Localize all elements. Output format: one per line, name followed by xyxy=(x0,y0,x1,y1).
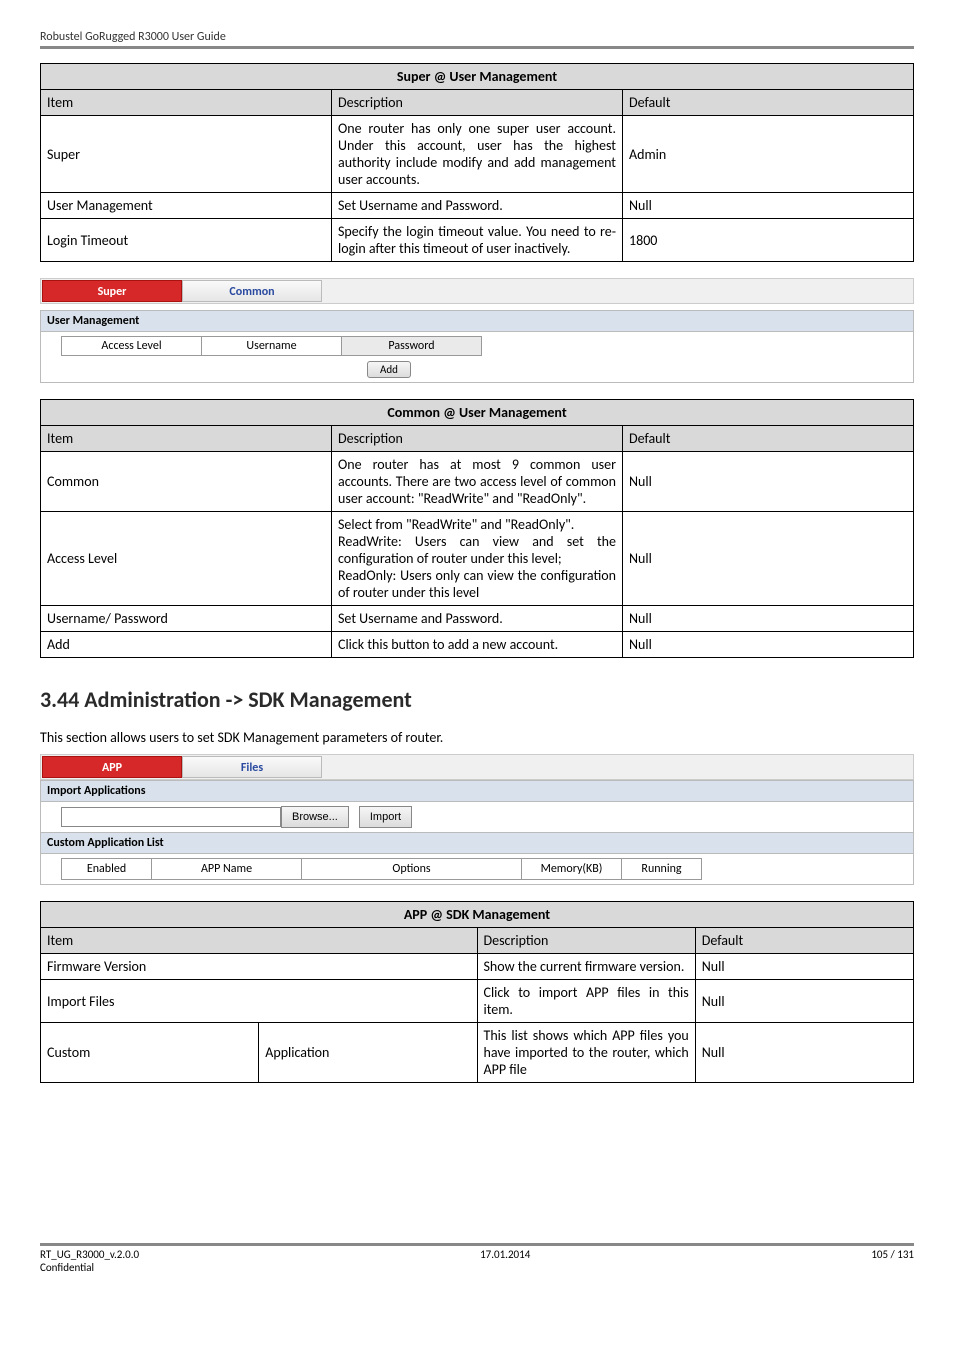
row-def: Null xyxy=(695,1023,913,1083)
row-item: Access Level xyxy=(41,512,332,606)
row-def: Admin xyxy=(623,116,914,193)
table1-title: Super @ User Management xyxy=(41,64,914,90)
super-user-management-table: Super @ User Management Item Description… xyxy=(40,63,914,262)
section-heading: 3.44 Administration -> SDK Management xyxy=(40,686,914,713)
import-file-input[interactable] xyxy=(61,807,281,827)
tab-super[interactable]: Super xyxy=(42,280,182,302)
th-desc: Description xyxy=(332,90,623,116)
page-footer: RT_UG_R3000_v.2.0.0 Confidential 17.01.2… xyxy=(40,1243,914,1274)
row-item: Username/ Password xyxy=(41,606,332,632)
row-desc: Click to import APP files in this item. xyxy=(477,980,695,1023)
row-item-application: Application xyxy=(259,1023,477,1083)
tab-app[interactable]: APP xyxy=(42,756,182,778)
row-item: Login Timeout xyxy=(41,219,332,262)
row-item: Common xyxy=(41,452,332,512)
th-default: Default xyxy=(695,928,913,954)
cal-col-options: Options xyxy=(302,859,522,880)
app-sdk-management-table: APP @ SDK Management Item Description De… xyxy=(40,901,914,1083)
row-item: Super xyxy=(41,116,332,193)
footer-center: 17.01.2014 xyxy=(480,1248,530,1274)
cal-col-enabled: Enabled xyxy=(62,859,152,880)
import-applications-header: Import Applications xyxy=(41,781,913,802)
row-desc: This list shows which APP files you have… xyxy=(477,1023,695,1083)
th-item: Item xyxy=(41,90,332,116)
th-item: Item xyxy=(41,426,332,452)
tab-common[interactable]: Common xyxy=(182,280,322,302)
row-def: Null xyxy=(695,980,913,1023)
row-def: Null xyxy=(695,954,913,980)
cal-col-memory: Memory(KB) xyxy=(522,859,622,880)
section-lead: This section allows users to set SDK Man… xyxy=(40,729,914,746)
footer-left: RT_UG_R3000_v.2.0.0 xyxy=(40,1248,139,1261)
row-item: Firmware Version xyxy=(41,954,478,980)
row-desc: Specify the login timeout value. You nee… xyxy=(332,219,623,262)
row-def: Null xyxy=(623,512,914,606)
cal-col-appname: APP Name xyxy=(152,859,302,880)
user-management-header: User Management xyxy=(41,311,913,332)
cal-col-running: Running xyxy=(622,859,702,880)
row-desc: Set Username and Password. xyxy=(332,193,623,219)
add-button[interactable]: Add xyxy=(367,361,411,378)
row-desc: Select from "ReadWrite" and "ReadOnly". … xyxy=(332,512,623,606)
import-button[interactable]: Import xyxy=(359,806,412,828)
row-desc: One router has at most 9 common user acc… xyxy=(332,452,623,512)
browse-button[interactable]: Browse... xyxy=(281,806,349,828)
th-desc: Description xyxy=(477,928,695,954)
row-def: Null xyxy=(623,452,914,512)
row-desc: Set Username and Password. xyxy=(332,606,623,632)
header-divider xyxy=(40,46,914,49)
row-item-custom: Custom xyxy=(41,1023,259,1083)
col-access-level: Access Level xyxy=(62,337,202,356)
th-desc: Description xyxy=(332,426,623,452)
custom-application-list-header: Custom Application List xyxy=(41,833,913,854)
row-item: User Management xyxy=(41,193,332,219)
col-password: Password xyxy=(342,337,482,356)
row-def: 1800 xyxy=(623,219,914,262)
row-desc: Click this button to add a new account. xyxy=(332,632,623,658)
table3-title: APP @ SDK Management xyxy=(41,902,914,928)
row-desc: One router has only one super user accou… xyxy=(332,116,623,193)
col-username: Username xyxy=(202,337,342,356)
table2-title: Common @ User Management xyxy=(41,400,914,426)
footer-right: 105 / 131 xyxy=(871,1248,914,1274)
th-item: Item xyxy=(41,928,478,954)
th-default: Default xyxy=(623,426,914,452)
tab-files[interactable]: Files xyxy=(182,756,322,778)
row-def: Null xyxy=(623,632,914,658)
footer-left2: Confidential xyxy=(40,1261,139,1274)
th-default: Default xyxy=(623,90,914,116)
row-def: Null xyxy=(623,193,914,219)
common-user-management-table: Common @ User Management Item Descriptio… xyxy=(40,399,914,658)
row-item: Add xyxy=(41,632,332,658)
row-item: Import Files xyxy=(41,980,478,1023)
row-desc: Show the current firmware version. xyxy=(477,954,695,980)
row-def: Null xyxy=(623,606,914,632)
page-header: Robustel GoRugged R3000 User Guide xyxy=(40,30,914,44)
